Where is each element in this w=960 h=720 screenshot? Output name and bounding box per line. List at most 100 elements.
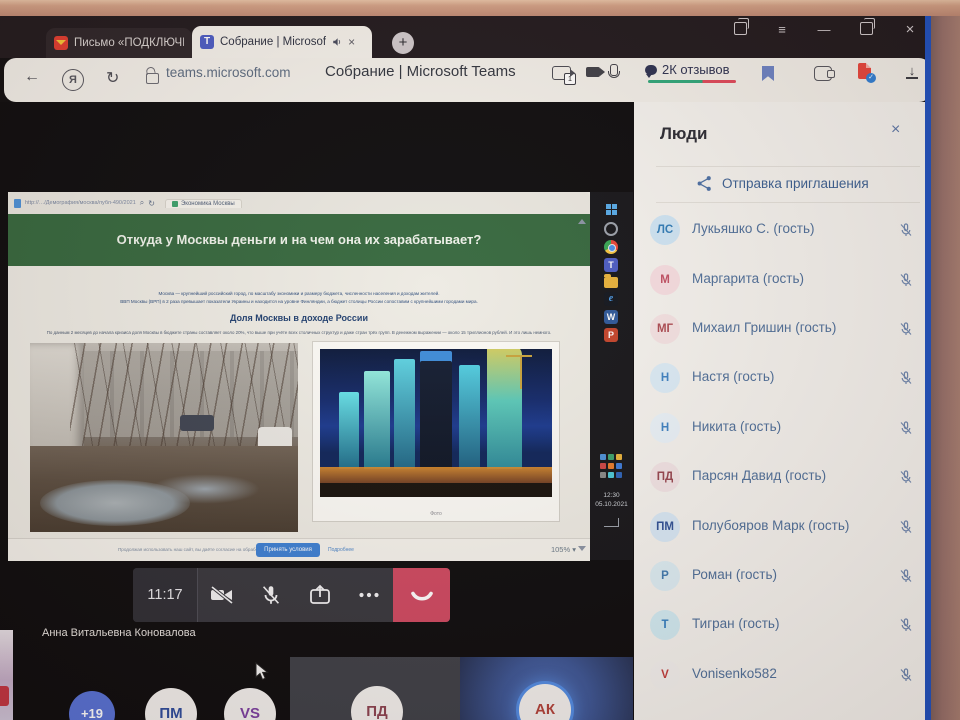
presenter-name: Анна Витальевна Коновалова (42, 627, 196, 639)
tab-teams-meeting[interactable]: T Собрание | Microsof × (192, 26, 372, 58)
ie-zoom-level[interactable]: 105% ▾ (551, 545, 576, 554)
participant-mic-off-icon[interactable] (898, 617, 914, 633)
tray-icons-row3[interactable] (600, 472, 606, 478)
camera-indicator-icon[interactable]: 1 (552, 66, 571, 80)
url-text[interactable]: teams.microsoft.com (166, 65, 291, 80)
participant-row[interactable]: Т Тигран (гость) (634, 607, 925, 643)
teams-taskbar-icon[interactable]: T (604, 258, 618, 272)
people-panel-close-icon[interactable]: × (891, 121, 900, 139)
participant-mic-off-icon[interactable] (898, 469, 914, 485)
tray-icons-row1[interactable] (600, 454, 606, 460)
taskbar-date: 05.10.2021 (590, 501, 633, 508)
participant-mic-off-icon[interactable] (898, 321, 914, 337)
hang-up-icon (409, 587, 435, 603)
chrome-icon[interactable] (604, 240, 618, 254)
participant-row[interactable]: ПМ Полубояров Марк (гость) (634, 509, 925, 545)
invite-label[interactable]: Отправка приглашения (722, 176, 869, 191)
minimize-icon[interactable]: — (814, 22, 834, 38)
participant-row[interactable]: V Vonisenko582 (634, 657, 925, 693)
tab-close-icon[interactable]: × (348, 35, 355, 49)
tab-mail-title: Письмо «ПОДКЛЮЧЕНИ (74, 37, 184, 49)
extensions-icon[interactable] (814, 66, 832, 81)
shared-intro-line2: ВВП Москвы (ВРП) в 2 раза превышает пока… (30, 299, 568, 304)
shared-intro-line1: Москва — крупнейший российский город, по… (30, 291, 568, 296)
ie-tab: Экономика Москвы (165, 199, 242, 208)
address-page-title: Собрание | Microsoft Teams (325, 63, 516, 80)
browser-menu-icon[interactable]: ≡ (772, 22, 792, 38)
show-desktop-button[interactable] (604, 518, 619, 527)
scroll-up-icon[interactable] (578, 219, 586, 224)
participant-name: Тигран (гость) (692, 616, 779, 631)
reload-icon[interactable]: ↻ (106, 68, 119, 88)
restore-icon[interactable] (856, 22, 876, 38)
participant-name: Михаил Гришин (гость) (692, 320, 836, 335)
participant-row[interactable]: МГ Михаил Гришин (гость) (634, 311, 925, 347)
yandex-icon[interactable]: Я (62, 69, 84, 91)
tab-audio-icon[interactable] (332, 37, 342, 47)
explorer-icon[interactable] (604, 277, 618, 288)
participant-avatar: V (650, 660, 680, 690)
monitor-bezel-right (931, 0, 960, 720)
reviews-bubble-icon (645, 65, 657, 75)
cookie-bar: Продолжая использовать наш сайт, вы даёт… (8, 538, 590, 561)
ie-search-icon: ⌕ (140, 198, 144, 208)
downloads-icon[interactable]: ↓ (905, 63, 919, 79)
close-window-icon[interactable]: × (900, 22, 920, 38)
more-options-icon (358, 591, 380, 599)
windows-start-icon[interactable] (606, 204, 611, 209)
reviews-label: 2К отзывов (662, 62, 730, 77)
share-screen-button[interactable] (296, 568, 345, 622)
night-skyline (320, 349, 552, 497)
participant-name: Парсян Давид (гость) (692, 468, 826, 483)
participant-avatar: Р (650, 561, 680, 591)
participant-mic-off-icon[interactable] (898, 568, 914, 584)
participant-mic-off-icon[interactable] (898, 420, 914, 436)
scroll-down-icon[interactable] (578, 546, 586, 551)
camera-indicator-badge: 1 (564, 73, 576, 85)
participant-avatar: Т (650, 610, 680, 640)
cortana-icon[interactable] (604, 222, 618, 236)
participant-mic-off-icon[interactable] (898, 272, 914, 288)
participant-avatar: ПМ (650, 512, 680, 542)
shared-taskbar: T e W P 12:30 05.10.2021 (590, 192, 633, 560)
mic-permission-icon[interactable] (610, 64, 618, 76)
participant-mic-off-icon[interactable] (898, 222, 914, 238)
shared-ie-bar: http://…/Демография/москва/публ-490/2021… (8, 192, 590, 214)
sliver-red-detail (0, 686, 9, 706)
more-options-button[interactable] (344, 568, 393, 622)
participant-row[interactable]: Р Роман (гость) (634, 558, 925, 594)
pdf-extension-icon[interactable]: ✓ (858, 63, 871, 79)
mic-off-button[interactable] (247, 568, 296, 622)
camera-off-button[interactable] (198, 568, 247, 622)
new-tab-button[interactable]: + (392, 32, 414, 54)
participant-avatar: ЛС (650, 215, 680, 245)
back-icon[interactable]: ← (24, 68, 40, 86)
tabs-overview-icon[interactable] (730, 22, 750, 38)
tray-icons-row2[interactable] (600, 463, 606, 469)
teams-icon: T (200, 35, 214, 49)
ie-taskbar-icon[interactable]: e (604, 292, 618, 306)
participant-row[interactable]: Н Настя (гость) (634, 360, 925, 396)
participant-avatar: МГ (650, 314, 680, 344)
participant-row[interactable]: Н Никита (гость) (634, 410, 925, 446)
camera-off-icon (209, 584, 235, 606)
participant-mic-off-icon[interactable] (898, 667, 914, 683)
shared-section-title: Доля Москвы в доходе России (8, 313, 590, 323)
cookie-accept-button[interactable]: Принять условия (256, 543, 320, 557)
participant-row[interactable]: М Маргарита (гость) (634, 262, 925, 298)
participant-row[interactable]: ЛС Лукьяшко С. (гость) (634, 212, 925, 248)
participant-mic-off-icon[interactable] (898, 519, 914, 535)
powerpoint-icon[interactable]: P (604, 328, 618, 342)
invite-row[interactable] (696, 175, 713, 193)
participant-mic-off-icon[interactable] (898, 370, 914, 386)
tab-mail[interactable]: Письмо «ПОДКЛЮЧЕНИ (46, 28, 192, 58)
participant-name: Настя (гость) (692, 369, 774, 384)
cookie-details-link[interactable]: Подробнее (328, 547, 354, 553)
hang-up-button[interactable] (393, 568, 450, 622)
lock-icon[interactable] (146, 73, 159, 84)
video-permission-icon[interactable] (586, 67, 600, 77)
meeting-timer: 11:17 (133, 568, 198, 622)
word-icon[interactable]: W (604, 310, 618, 324)
site-reviews[interactable]: 2К отзывов (645, 62, 730, 77)
participant-row[interactable]: ПД Парсян Давид (гость) (634, 459, 925, 495)
